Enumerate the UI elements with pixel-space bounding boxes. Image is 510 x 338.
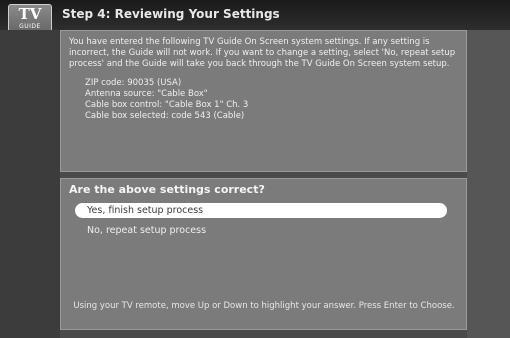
settings-review-panel: You have entered the following TV Guide … bbox=[60, 30, 467, 172]
option-yes-finish-setup[interactable]: Yes, finish setup process bbox=[75, 203, 447, 218]
option-no-repeat-setup[interactable]: No, repeat setup process bbox=[75, 223, 447, 238]
left-strip bbox=[0, 30, 60, 338]
confirm-question: Are the above settings correct? bbox=[69, 183, 265, 196]
remote-instructions: Using your TV remote, move Up or Down to… bbox=[73, 301, 455, 311]
setting-cable-box-code: Cable box selected: code 543 (Cable) bbox=[85, 111, 245, 121]
right-strip bbox=[467, 30, 510, 338]
setting-cable-box-control: Cable box control: "Cable Box 1" Ch. 3 bbox=[85, 100, 249, 110]
setting-zip-code: ZIP code: 90035 (USA) bbox=[85, 78, 182, 88]
setting-antenna-source: Antenna source: "Cable Box" bbox=[85, 89, 208, 99]
tv-guide-screen: Step 4: Reviewing Your Settings TV GUIDE… bbox=[0, 0, 510, 338]
page-title: Step 4: Reviewing Your Settings bbox=[62, 7, 280, 21]
title-bar: Step 4: Reviewing Your Settings bbox=[0, 0, 510, 30]
logo-text: TV bbox=[18, 5, 42, 23]
settings-list: ZIP code: 90035 (USA) Antenna source: "C… bbox=[85, 78, 248, 122]
confirm-panel: Are the above settings correct? Yes, fin… bbox=[60, 178, 467, 330]
review-message: You have entered the following TV Guide … bbox=[69, 37, 456, 69]
